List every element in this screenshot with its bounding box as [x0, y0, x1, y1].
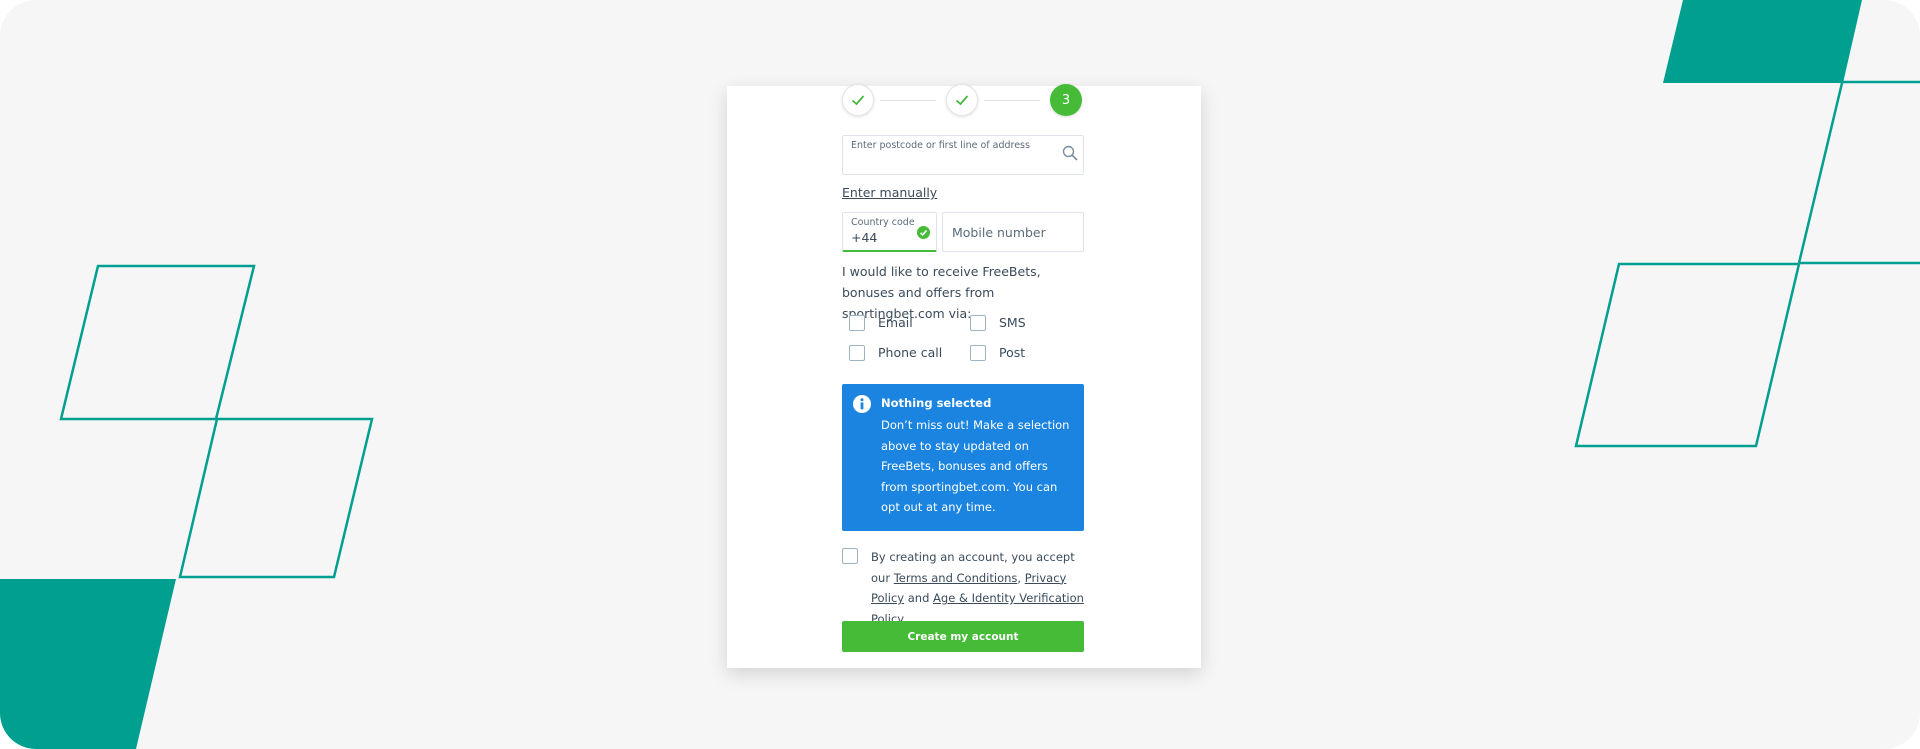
- progress-stepper: 3: [842, 84, 1084, 118]
- post-checkbox-label[interactable]: Post: [999, 345, 1025, 360]
- check-circle-icon: [917, 226, 930, 239]
- deco-filled-shape-left: [0, 579, 176, 749]
- step-connector: [984, 100, 1040, 101]
- deco-line-right-diagonal: [1797, 82, 1844, 264]
- country-code-field[interactable]: Country code +44: [842, 212, 937, 252]
- accept-terms-checkbox[interactable]: [842, 548, 858, 564]
- info-notice: Nothing selected Don’t miss out! Make a …: [842, 384, 1084, 531]
- page-background: 3 Enter postcode or first line of addres…: [0, 0, 1920, 749]
- post-checkbox[interactable]: [970, 345, 986, 361]
- mobile-number-input[interactable]: Mobile number: [942, 212, 1084, 252]
- step-number: 3: [1061, 92, 1071, 108]
- phone-call-checkbox-label[interactable]: Phone call: [878, 345, 942, 360]
- terms-text: By creating an account, you accept our T…: [871, 547, 1086, 629]
- address-search-input[interactable]: Enter postcode or first line of address: [842, 135, 1084, 175]
- deco-outline-parallelogram-left-top: [59, 264, 256, 421]
- info-title: Nothing selected: [881, 396, 992, 410]
- email-checkbox-label[interactable]: Email: [878, 315, 913, 330]
- info-icon: [853, 395, 871, 413]
- step-connector: [880, 100, 936, 101]
- step-2-complete: [946, 84, 978, 116]
- step-1-complete: [842, 84, 874, 116]
- address-placeholder: Enter postcode or first line of address: [851, 140, 1030, 151]
- email-checkbox[interactable]: [849, 315, 865, 331]
- deco-filled-shape-right: [1663, 0, 1862, 83]
- mobile-placeholder: Mobile number: [952, 225, 1046, 240]
- terms-and-conditions-link[interactable]: Terms and Conditions: [894, 571, 1018, 585]
- phone-call-checkbox[interactable]: [849, 345, 865, 361]
- deco-outline-parallelogram-right: [1574, 262, 1801, 448]
- country-code-label: Country code: [851, 217, 915, 228]
- country-code-value: +44: [851, 230, 878, 245]
- check-icon: [851, 95, 865, 106]
- step-3-current: 3: [1050, 84, 1082, 116]
- terms-separator: ,: [1017, 570, 1025, 585]
- search-icon[interactable]: [1062, 145, 1078, 161]
- create-account-button[interactable]: Create my account: [842, 621, 1084, 652]
- enter-manually-link[interactable]: Enter manually: [842, 185, 937, 200]
- check-icon: [955, 95, 969, 106]
- deco-outline-parallelogram-left-bottom: [178, 417, 374, 579]
- terms-and: and: [904, 591, 934, 605]
- info-body: Don’t miss out! Make a selection above t…: [881, 418, 1070, 514]
- sms-checkbox[interactable]: [970, 315, 986, 331]
- sms-checkbox-label[interactable]: SMS: [999, 315, 1026, 330]
